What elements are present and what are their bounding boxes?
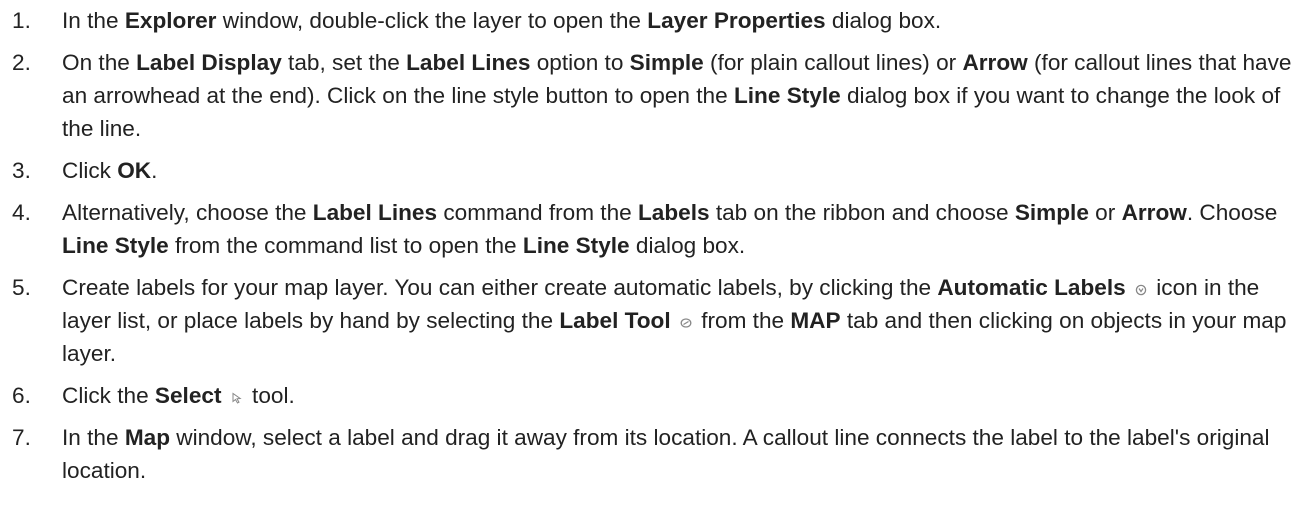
step-number: 6. — [12, 383, 31, 408]
ui-term: MAP — [790, 308, 841, 333]
select-pointer-icon — [231, 380, 243, 404]
step-text-run: . — [151, 158, 158, 183]
step-text-run: Create labels for your map layer. You ca… — [62, 275, 938, 300]
step-text-run: from the command list to open the — [168, 233, 523, 258]
ui-term: Map — [124, 425, 170, 450]
step-text: Click the Select tool. — [62, 379, 1292, 412]
step-text-run: tab on the ribbon and choose — [709, 200, 1015, 225]
step-number: 2. — [12, 50, 31, 75]
step-number: 3. — [12, 158, 31, 183]
step-text-run: Alternatively, choose the — [62, 200, 313, 225]
step-number: 1. — [12, 8, 31, 33]
step-item: 4. Alternatively, choose the Label Lines … — [0, 196, 1299, 262]
step-text-run: window, select a label and drag it away … — [62, 425, 1270, 483]
step-number: 5. — [12, 275, 31, 300]
step-text: In the Map window, select a label and dr… — [62, 421, 1292, 487]
step-text-run: Click — [62, 158, 118, 183]
step-item: 6. Click the Select tool. — [0, 379, 1299, 412]
ui-term: Label Tool — [559, 308, 671, 333]
ui-term: Line Style — [522, 233, 630, 258]
ui-term: Arrow — [962, 50, 1028, 75]
step-text: Click OK. — [62, 154, 1292, 187]
step-number: 7. — [12, 425, 31, 450]
step-text-run: In the — [62, 425, 125, 450]
step-text: Create labels for your map layer. You ca… — [62, 271, 1292, 370]
step-text-run — [1126, 275, 1132, 300]
step-text-run: On the — [62, 50, 137, 75]
step-text-run: (for plain callout lines) or — [703, 50, 963, 75]
step-text-run: In the — [62, 8, 125, 33]
step-number: 4. — [12, 200, 31, 225]
step-text-run: window, double-click the layer to open t… — [216, 8, 648, 33]
step-text: On the Label Display tab, set the Label … — [62, 46, 1292, 145]
step-text: Alternatively, choose the Label Lines co… — [62, 196, 1292, 262]
step-text-run: dialog box. — [825, 8, 942, 33]
step-item: 1. In the Explorer window, double-click t… — [0, 4, 1299, 37]
step-text-run: . Choose — [1186, 200, 1278, 225]
ui-term: OK — [117, 158, 152, 183]
step-text-run — [671, 308, 677, 333]
step-text-run: tool. — [245, 383, 295, 408]
ui-term: Select — [154, 383, 222, 408]
ui-term: Arrow — [1121, 200, 1187, 225]
ui-term: Layer Properties — [647, 8, 826, 33]
label-tool-icon — [680, 305, 692, 328]
step-text-run: command from the — [437, 200, 638, 225]
instruction-steps-list: 1. In the Explorer window, double-click t… — [0, 4, 1299, 496]
ui-term: Simple — [1014, 200, 1089, 225]
ui-term: Explorer — [124, 8, 217, 33]
step-text-run: from the — [694, 308, 791, 333]
ui-term: Automatic Labels — [937, 275, 1126, 300]
step-item: 3. Click OK. — [0, 154, 1299, 187]
step-item: 7. In the Map window, select a label and … — [0, 421, 1299, 487]
ui-term: Labels — [637, 200, 710, 225]
step-text-run: tab, set the — [281, 50, 407, 75]
step-item: 2. On the Label Display tab, set the Labe… — [0, 46, 1299, 145]
step-item: 5. Create labels for your map layer. You … — [0, 271, 1299, 370]
step-text-run: dialog box. — [629, 233, 746, 258]
step-text: In the Explorer window, double-click the… — [62, 4, 1292, 37]
step-text-run: option to — [530, 50, 630, 75]
ui-term: Label Display — [136, 50, 282, 75]
ui-term: Line Style — [733, 83, 841, 108]
ui-term: Label Lines — [312, 200, 438, 225]
step-text-run — [222, 383, 228, 408]
step-text-run: Click the — [62, 383, 155, 408]
ui-term: Label Lines — [406, 50, 531, 75]
step-text-run: or — [1088, 200, 1122, 225]
ui-term: Line Style — [62, 233, 169, 258]
ui-term: Simple — [629, 50, 704, 75]
automatic-labels-icon — [1135, 272, 1147, 296]
